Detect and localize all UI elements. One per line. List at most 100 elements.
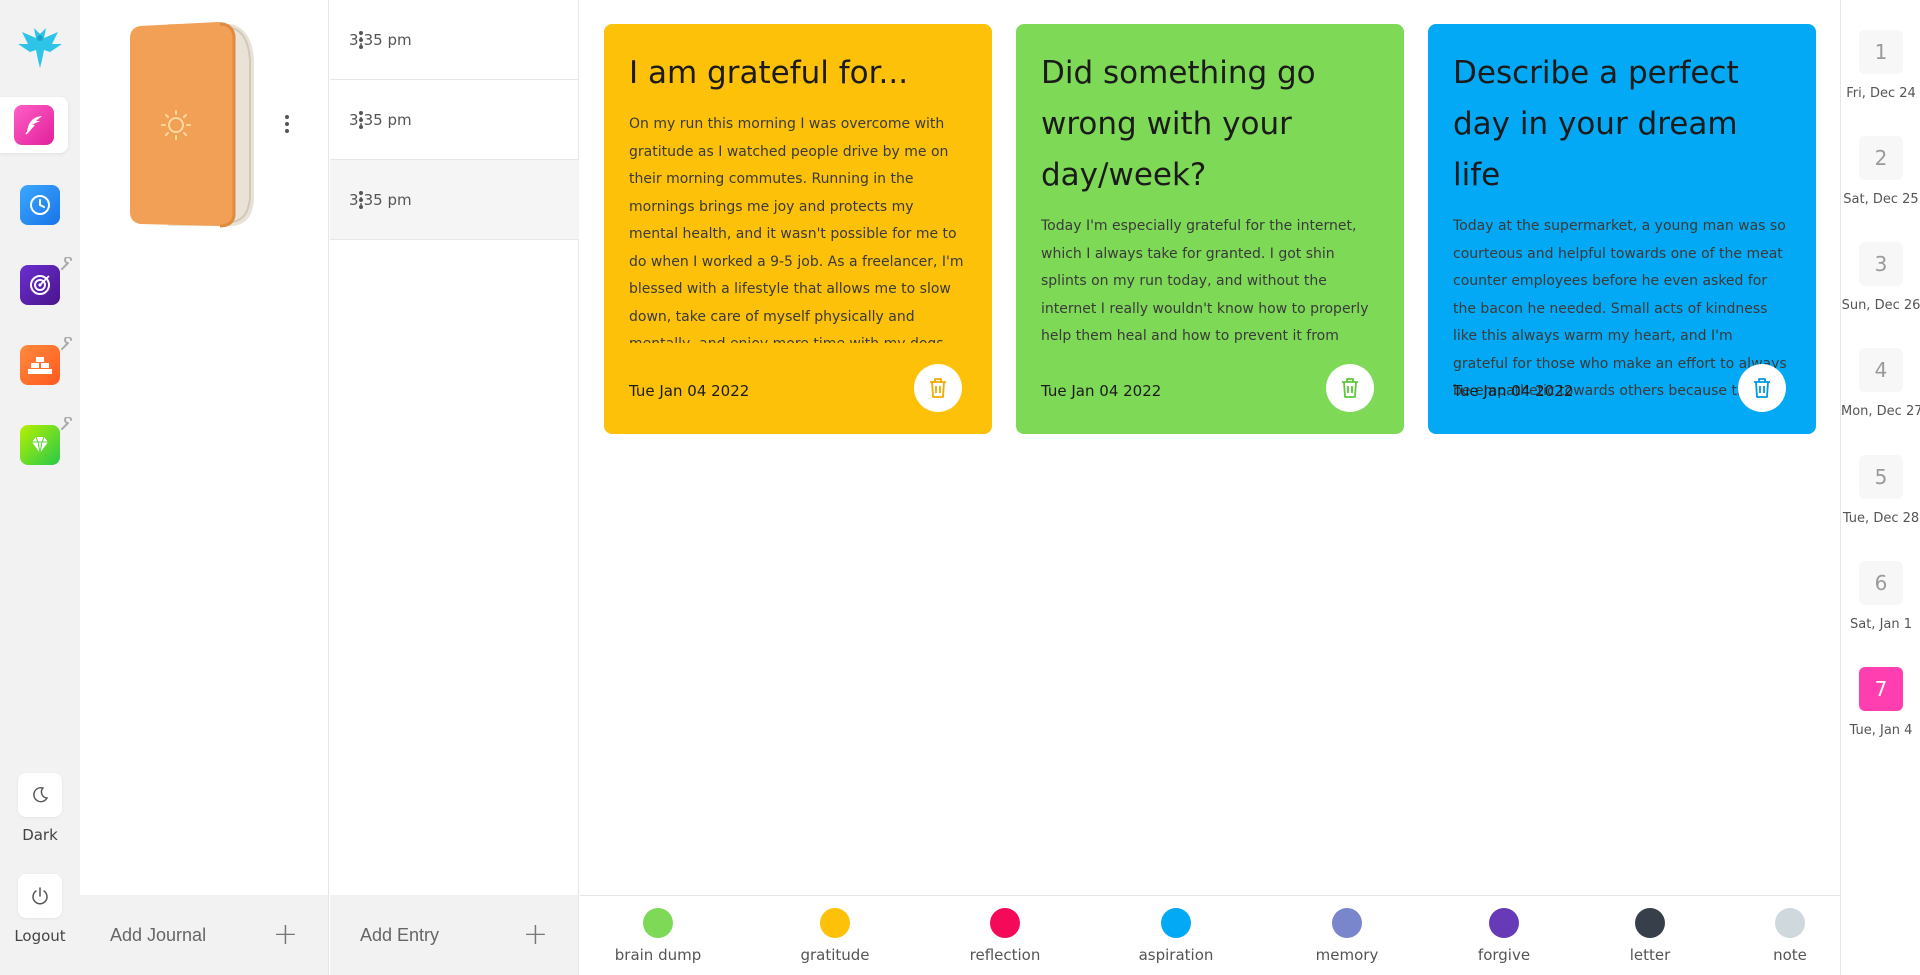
entry-menu-icon[interactable] xyxy=(349,108,373,132)
app-rail: Dark Logout xyxy=(0,0,80,975)
date-item[interactable]: 4 Mon, Dec 27 xyxy=(1841,348,1920,419)
bird-logo-icon xyxy=(18,28,62,68)
date-number: 2 xyxy=(1859,136,1903,180)
tag-dot xyxy=(1161,908,1191,938)
tag-memory[interactable]: memory xyxy=(1299,896,1395,975)
tag-label: letter xyxy=(1629,946,1671,964)
entry-row-selected[interactable]: 3:35 pm xyxy=(330,160,579,240)
tag-brain-dump[interactable]: brain dump xyxy=(610,896,706,975)
date-item[interactable]: 6 Sat, Jan 1 xyxy=(1841,561,1920,632)
entry-menu-icon[interactable] xyxy=(349,28,373,52)
logout-label: Logout xyxy=(14,927,66,945)
card-date: Tue Jan 04 2022 xyxy=(629,382,750,400)
date-item-active[interactable]: 7 Tue, Jan 4 xyxy=(1841,667,1920,738)
card-body: Today I'm especially grateful for the in… xyxy=(1041,218,1369,344)
add-entry-plus-icon[interactable]: + xyxy=(523,920,548,950)
power-icon xyxy=(32,887,48,905)
rail-app-history[interactable] xyxy=(0,177,80,233)
tag-label: note xyxy=(1773,946,1807,964)
date-number: 3 xyxy=(1859,242,1903,286)
journals-panel: Add Journal + xyxy=(80,0,329,975)
journal-menu-icon[interactable] xyxy=(275,112,299,136)
rail-app-goals[interactable] xyxy=(0,257,80,313)
date-item[interactable]: 3 Sun, Dec 26 xyxy=(1841,242,1920,313)
add-entry-bar[interactable]: Add Entry + xyxy=(330,895,578,975)
date-item[interactable]: 1 Fri, Dec 24 xyxy=(1841,30,1920,101)
app-root: Dark Logout Add Journal + 3:35 pm 3:35 p… xyxy=(0,0,1920,975)
trash-icon xyxy=(1342,378,1358,398)
date-number: 6 xyxy=(1859,561,1903,605)
tag-note[interactable]: note xyxy=(1742,896,1838,975)
date-number: 5 xyxy=(1859,455,1903,499)
tag-label: brain dump xyxy=(614,946,702,964)
diamond-icon xyxy=(20,425,60,465)
entry-row[interactable]: 3:35 pm xyxy=(330,80,579,160)
tag-dot xyxy=(643,908,673,938)
card-title: Describe a perfect day in your dream lif… xyxy=(1453,55,1739,193)
add-entry-label: Add Entry xyxy=(360,924,440,945)
add-journal-bar[interactable]: Add Journal + xyxy=(80,895,328,975)
tag-reflection[interactable]: reflection xyxy=(957,896,1053,975)
date-label: Tue, Dec 28 xyxy=(1842,511,1920,526)
tag-bar: brain dump gratitude reflection aspirati… xyxy=(580,895,1840,975)
card-title: Did something go wrong with your day/wee… xyxy=(1041,55,1316,193)
add-journal-plus-icon[interactable]: + xyxy=(273,920,298,950)
tag-label: forgive xyxy=(1477,946,1531,964)
tag-label: memory xyxy=(1315,946,1379,964)
rail-app-wealth[interactable] xyxy=(0,337,80,393)
date-item[interactable]: 2 Sat, Dec 25 xyxy=(1841,136,1920,207)
dark-mode-label: Dark xyxy=(22,826,58,844)
card-body: Today at the supermarket, a young man wa… xyxy=(1453,218,1787,399)
tag-label: gratitude xyxy=(800,946,870,964)
feather-icon xyxy=(14,105,54,145)
journal-book-cover[interactable] xyxy=(128,20,256,230)
tag-forgive[interactable]: forgive xyxy=(1456,896,1552,975)
date-label: Tue, Jan 4 xyxy=(1849,723,1913,738)
trash-icon xyxy=(930,378,946,398)
date-number: 4 xyxy=(1859,348,1903,392)
rail-app-gems[interactable] xyxy=(0,417,80,473)
delete-card-button[interactable] xyxy=(914,364,962,412)
target-icon xyxy=(20,265,60,305)
date-label: Fri, Dec 24 xyxy=(1846,86,1916,101)
prompt-card-reflection[interactable]: Did something go wrong with your day/wee… xyxy=(1016,24,1404,434)
gold-bars-icon xyxy=(20,345,60,385)
add-journal-label: Add Journal xyxy=(110,924,207,945)
prompt-card-aspiration[interactable]: Describe a perfect day in your dream lif… xyxy=(1428,24,1816,434)
date-number: 1 xyxy=(1859,30,1903,74)
main-content: I am grateful for... On my run this morn… xyxy=(580,0,1840,975)
tag-label: aspiration xyxy=(1138,946,1214,964)
tag-dot xyxy=(1489,908,1519,938)
date-item[interactable]: 5 Tue, Dec 28 xyxy=(1841,455,1920,526)
date-label: Mon, Dec 27 xyxy=(1841,404,1920,419)
tag-dot xyxy=(1775,908,1805,938)
tag-dot xyxy=(820,908,850,938)
date-label: Sat, Dec 25 xyxy=(1843,192,1919,207)
tag-dot xyxy=(990,908,1020,938)
wrench-icon xyxy=(61,337,72,350)
tag-dot xyxy=(1332,908,1362,938)
tag-dot xyxy=(1635,908,1665,938)
moon-icon xyxy=(33,786,49,803)
date-timeline: 1 Fri, Dec 24 2 Sat, Dec 25 3 Sun, Dec 2… xyxy=(1840,0,1920,975)
dark-mode-button[interactable] xyxy=(18,773,62,817)
wrench-icon xyxy=(61,417,72,430)
trash-icon xyxy=(1754,378,1770,398)
delete-card-button[interactable] xyxy=(1738,364,1786,412)
wrench-icon xyxy=(61,257,72,270)
card-date: Tue Jan 04 2022 xyxy=(1453,382,1574,400)
date-label: Sun, Dec 26 xyxy=(1841,298,1920,313)
tag-label: reflection xyxy=(969,946,1041,964)
date-label: Sat, Jan 1 xyxy=(1849,617,1913,632)
entry-menu-icon[interactable] xyxy=(349,188,373,212)
delete-card-button[interactable] xyxy=(1326,364,1374,412)
entry-row[interactable]: 3:35 pm xyxy=(330,0,579,80)
logout-button[interactable] xyxy=(18,874,62,918)
rail-app-journal[interactable] xyxy=(0,97,68,153)
tag-letter[interactable]: letter xyxy=(1602,896,1698,975)
clock-history-icon xyxy=(20,185,60,225)
prompt-card-gratitude[interactable]: I am grateful for... On my run this morn… xyxy=(604,24,992,434)
tag-aspiration[interactable]: aspiration xyxy=(1128,896,1224,975)
entries-panel: 3:35 pm 3:35 pm 3:35 pm Add Entry + xyxy=(330,0,579,975)
tag-gratitude[interactable]: gratitude xyxy=(787,896,883,975)
